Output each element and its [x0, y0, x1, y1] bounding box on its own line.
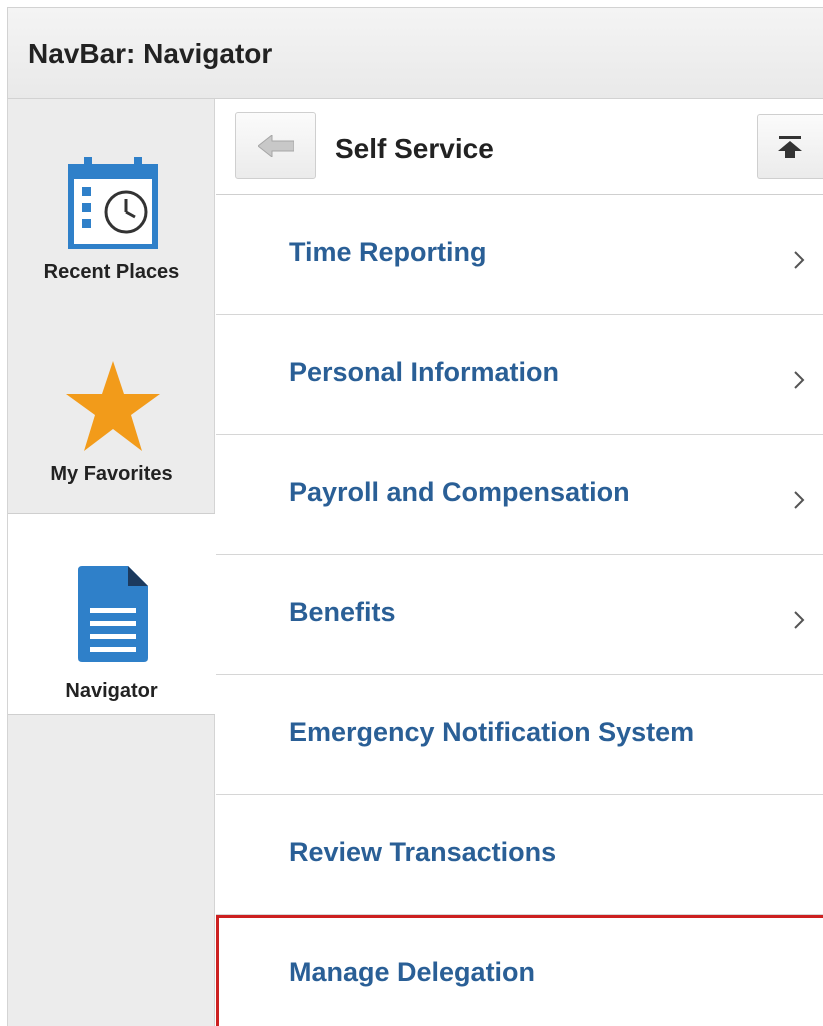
- chevron-right-icon: [794, 491, 805, 509]
- menu-item-label: Time Reporting: [289, 237, 487, 267]
- menu-item-label: Review Transactions: [289, 837, 557, 867]
- navbar-sidebar: Recent Places My Favorites Navigator: [7, 99, 215, 1026]
- menu-item-manage-delegation[interactable]: Manage Delegation: [216, 915, 823, 1026]
- scroll-to-top-icon: [778, 136, 802, 158]
- document-icon: [78, 566, 148, 668]
- navbar-titlebar: NavBar: Navigator: [7, 7, 823, 99]
- sidebar-item-label: My Favorites: [50, 463, 173, 485]
- chevron-right-icon: [794, 611, 805, 629]
- back-arrow-icon: [258, 135, 294, 157]
- sidebar-item-label: Recent Places: [43, 261, 180, 283]
- sidebar-item-label: Navigator: [65, 680, 158, 702]
- menu-item-label: Payroll and Compensation: [289, 477, 630, 507]
- back-button[interactable]: [235, 112, 316, 179]
- calendar-clock-icon: [68, 157, 158, 255]
- menu-item-label: Manage Delegation: [289, 957, 536, 987]
- menu-item-emergency-notification-system[interactable]: Emergency Notification System: [216, 675, 823, 795]
- navigator-content: Self Service Time Reporting Personal Inf…: [216, 99, 823, 1026]
- sidebar-item-navigator[interactable]: Navigator: [8, 513, 215, 715]
- menu-item-benefits[interactable]: Benefits: [216, 555, 823, 675]
- chevron-right-icon: [794, 371, 805, 389]
- navbar-panel: NavBar: Navigator Recent Places My Favor…: [7, 7, 823, 1026]
- menu-item-label: Emergency Notification System: [289, 717, 695, 747]
- content-header: Self Service: [216, 99, 823, 195]
- star-icon: [66, 361, 160, 457]
- page-title: Self Service: [335, 133, 494, 164]
- scroll-to-top-button[interactable]: [757, 114, 823, 179]
- navbar-title: NavBar: Navigator: [28, 38, 273, 69]
- menu-item-label: Benefits: [289, 597, 396, 627]
- sidebar-item-recent-places[interactable]: Recent Places: [8, 99, 215, 305]
- chevron-right-icon: [794, 251, 805, 269]
- menu-item-personal-information[interactable]: Personal Information: [216, 315, 823, 435]
- sidebar-item-my-favorites[interactable]: My Favorites: [8, 305, 215, 513]
- menu-item-label: Personal Information: [289, 357, 560, 387]
- menu-item-payroll-and-compensation[interactable]: Payroll and Compensation: [216, 435, 823, 555]
- navigator-menu-list: Time Reporting Personal Information Payr…: [216, 195, 823, 1026]
- menu-item-review-transactions[interactable]: Review Transactions: [216, 795, 823, 915]
- menu-item-time-reporting[interactable]: Time Reporting: [216, 195, 823, 315]
